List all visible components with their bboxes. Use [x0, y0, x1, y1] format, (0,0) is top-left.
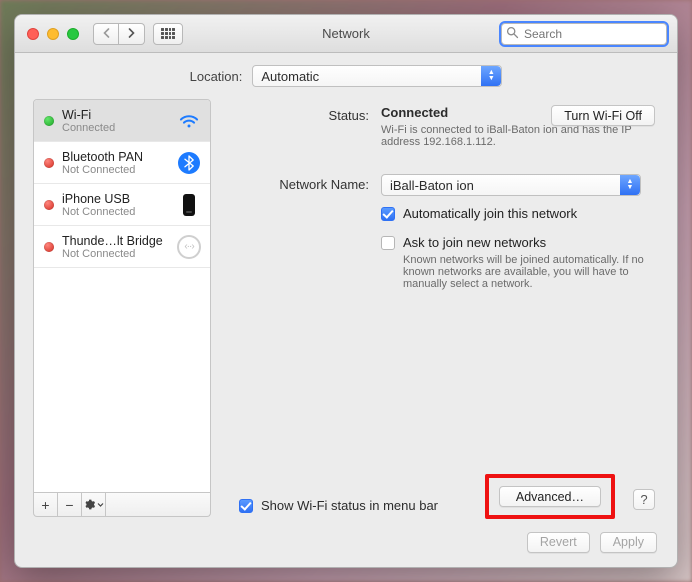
- back-button[interactable]: [93, 23, 119, 45]
- show-all-button[interactable]: [153, 23, 183, 45]
- sidebar-item-status: Not Connected: [62, 164, 168, 176]
- search-input[interactable]: [501, 23, 667, 45]
- revert-button[interactable]: Revert: [527, 532, 590, 553]
- sidebar-item-wifi[interactable]: Wi-Fi Connected: [34, 100, 210, 142]
- auto-join-row: Automatically join this network: [381, 206, 659, 221]
- sidebar-item-text: Wi-Fi Connected: [62, 108, 168, 134]
- location-label: Location:: [190, 69, 243, 84]
- search-icon: [506, 26, 519, 42]
- sidebar-item-status: Not Connected: [62, 206, 168, 218]
- status-dot-icon: [44, 116, 54, 126]
- sidebar-item-iphone-usb[interactable]: iPhone USB Not Connected: [34, 184, 210, 226]
- updown-arrows-icon: ▲▼: [620, 175, 640, 195]
- grid-icon: [161, 28, 175, 40]
- updown-arrows-icon: ▲▼: [481, 66, 501, 86]
- ask-to-join-checkbox[interactable]: [381, 236, 395, 250]
- network-name-label: Network Name:: [225, 174, 369, 196]
- network-preferences-window: Network Location: Automatic ▲▼ Wi-Fi Con…: [14, 14, 678, 568]
- advanced-button[interactable]: Advanced…: [499, 486, 601, 507]
- help-button[interactable]: ?: [633, 489, 655, 510]
- menubar-row: Show Wi-Fi status in menu bar Advanced… …: [225, 498, 659, 513]
- sidebar-item-name: Bluetooth PAN: [62, 150, 168, 164]
- show-menubar-label: Show Wi-Fi status in menu bar: [261, 498, 438, 513]
- status-description: Wi-Fi is connected to iBall-Baton ion an…: [381, 124, 651, 148]
- network-name-value: iBall-Baton ion: [390, 178, 474, 193]
- sidebar-wrap: Wi-Fi Connected Bluetooth PAN Not Connec…: [33, 99, 211, 517]
- auto-join-label: Automatically join this network: [403, 206, 577, 221]
- minimize-icon[interactable]: [47, 28, 59, 40]
- titlebar: Network: [15, 15, 677, 53]
- thunderbolt-icon: ‹··›: [176, 234, 202, 260]
- body: Wi-Fi Connected Bluetooth PAN Not Connec…: [15, 99, 677, 517]
- ask-to-join-description: Known networks will be joined automatica…: [403, 254, 659, 290]
- sidebar-item-text: Thunde…lt Bridge Not Connected: [62, 234, 168, 260]
- show-menubar-checkbox[interactable]: [239, 499, 253, 513]
- status-dot-icon: [44, 242, 54, 252]
- chevron-right-icon: [127, 28, 136, 38]
- ask-to-join-row: Ask to join new networks Known networks …: [381, 235, 659, 290]
- location-row: Location: Automatic ▲▼: [15, 53, 677, 99]
- sidebar-item-bluetooth-pan[interactable]: Bluetooth PAN Not Connected: [34, 142, 210, 184]
- add-service-button[interactable]: +: [34, 493, 58, 516]
- sidebar-item-status: Connected: [62, 122, 168, 134]
- iphone-icon: [176, 192, 202, 218]
- sidebar-item-name: Wi-Fi: [62, 108, 168, 122]
- auto-join-checkbox[interactable]: [381, 207, 395, 221]
- sidebar-item-text: Bluetooth PAN Not Connected: [62, 150, 168, 176]
- status-value: Connected: [381, 105, 448, 120]
- close-icon[interactable]: [27, 28, 39, 40]
- status-label: Status:: [225, 105, 369, 148]
- sidebar-item-name: Thunde…lt Bridge: [62, 234, 168, 248]
- ask-to-join-label: Ask to join new networks: [403, 235, 659, 250]
- gear-icon: [83, 498, 96, 511]
- detail-pane: Turn Wi-Fi Off Status: Connected Wi-Fi i…: [225, 99, 659, 517]
- status-dot-icon: [44, 200, 54, 210]
- sidebar-item-text: iPhone USB Not Connected: [62, 192, 168, 218]
- sidebar-toolbar: + −: [33, 493, 211, 517]
- network-name-select[interactable]: iBall-Baton ion ▲▼: [381, 174, 641, 196]
- zoom-icon[interactable]: [67, 28, 79, 40]
- status-dot-icon: [44, 158, 54, 168]
- wifi-icon: [176, 108, 202, 134]
- service-actions-button[interactable]: [82, 493, 106, 516]
- nav-buttons: [93, 23, 145, 45]
- sidebar-item-name: iPhone USB: [62, 192, 168, 206]
- services-sidebar: Wi-Fi Connected Bluetooth PAN Not Connec…: [33, 99, 211, 493]
- bluetooth-icon: [176, 150, 202, 176]
- network-name-row: Network Name: iBall-Baton ion ▲▼: [225, 174, 659, 196]
- forward-button[interactable]: [119, 23, 145, 45]
- footer: Revert Apply: [15, 517, 677, 567]
- annotation-highlight: Advanced…: [485, 474, 615, 519]
- window-controls: [27, 28, 79, 40]
- sidebar-item-thunderbolt-bridge[interactable]: Thunde…lt Bridge Not Connected ‹··›: [34, 226, 210, 268]
- chevron-left-icon: [102, 28, 111, 38]
- sidebar-item-status: Not Connected: [62, 248, 168, 260]
- apply-button[interactable]: Apply: [600, 532, 657, 553]
- remove-service-button[interactable]: −: [58, 493, 82, 516]
- location-select[interactable]: Automatic ▲▼: [252, 65, 502, 87]
- location-select-value: Automatic: [261, 69, 319, 84]
- search-field-wrap: [501, 23, 667, 45]
- chevron-down-icon: [97, 502, 104, 508]
- turn-wifi-off-button[interactable]: Turn Wi-Fi Off: [551, 105, 655, 126]
